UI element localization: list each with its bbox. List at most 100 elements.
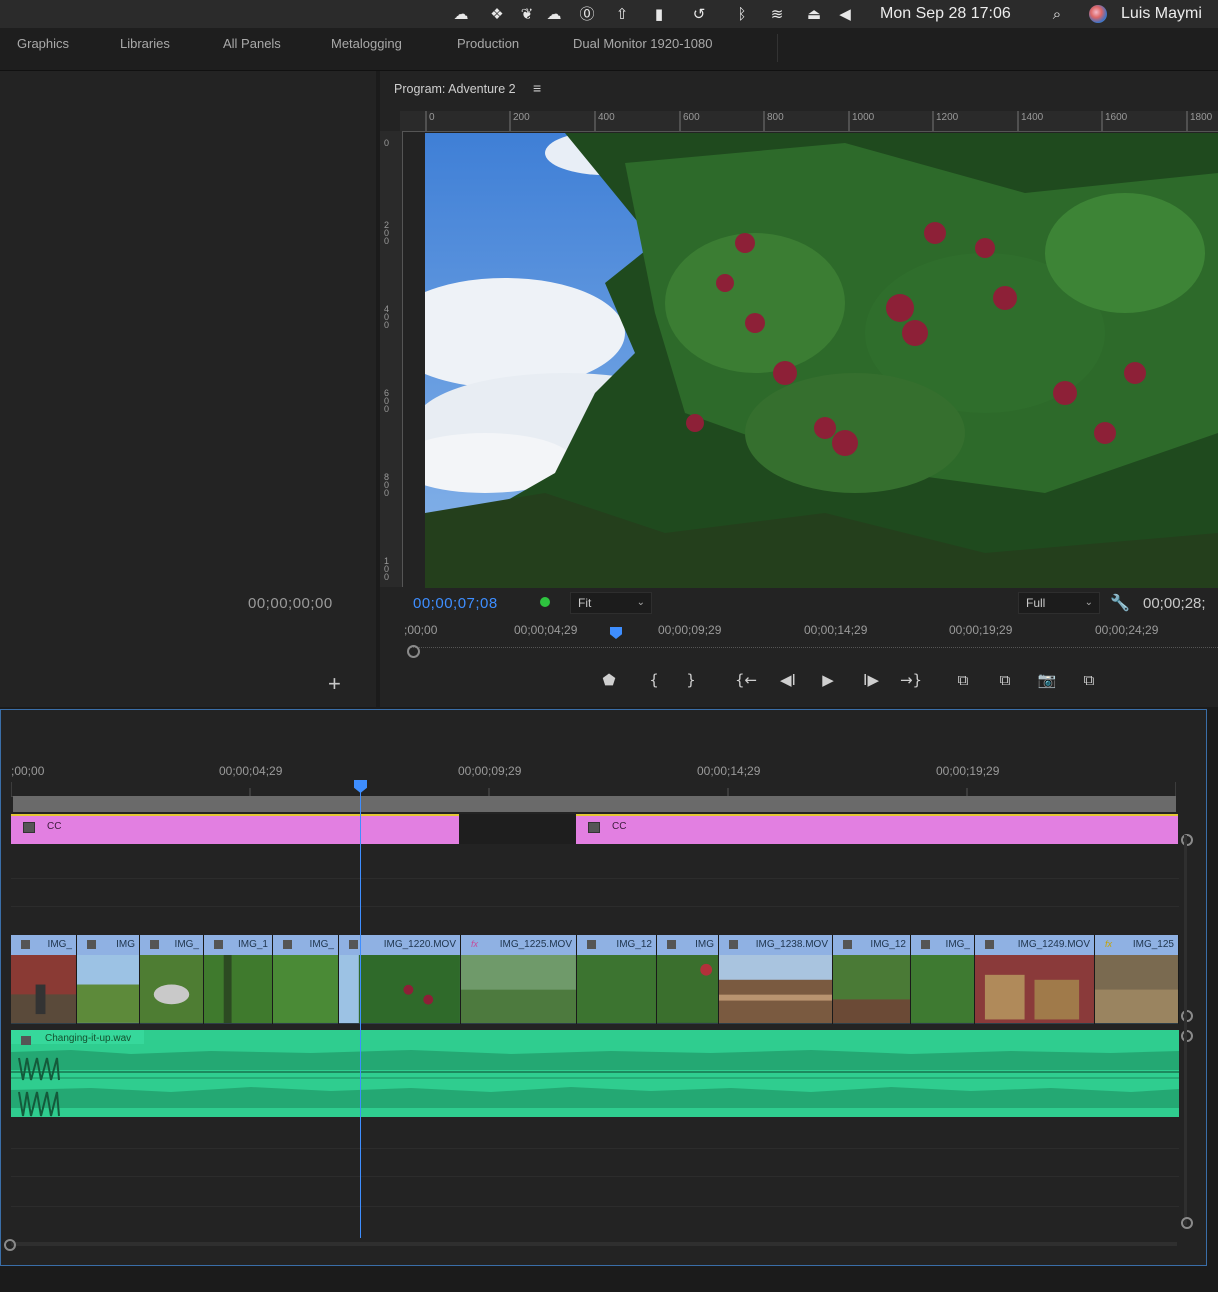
dropbox-icon[interactable]: ❖ — [488, 5, 506, 23]
horizontal-ruler: 0 200 400 600 800 1000 1200 1400 1600 18… — [400, 111, 1218, 132]
workspace-bar: Graphics Libraries All Panels Metaloggin… — [0, 28, 1218, 71]
evernote-icon[interactable]: ❦ — [518, 5, 536, 23]
vertical-zoom-handle[interactable] — [1181, 1217, 1193, 1229]
current-timecode[interactable]: 00;00;07;08 — [413, 595, 498, 612]
timeline-horizontal-scrollbar[interactable] — [11, 1242, 1177, 1246]
video-clip[interactable]: IMG_1220.MOV — [339, 935, 461, 1024]
program-scrubber[interactable] — [410, 641, 1218, 648]
mark-out-button[interactable]: } — [678, 667, 704, 693]
workspace-tab-all-panels[interactable]: All Panels — [223, 36, 281, 51]
timeline-tick-label: 00;00;19;29 — [936, 764, 1000, 778]
video-clip-thumbnail — [11, 955, 76, 1023]
work-area-bar[interactable] — [13, 796, 1176, 812]
zoom-handle[interactable] — [407, 645, 420, 658]
workspace-tab-graphics[interactable]: Graphics — [17, 36, 69, 51]
clip-icon — [667, 940, 676, 949]
video-clip[interactable]: IMG — [657, 935, 719, 1024]
lift-icon[interactable]: ⧉ — [950, 667, 976, 693]
mark-in-button[interactable]: { — [641, 667, 667, 693]
clip-icon — [843, 940, 852, 949]
track-scroll-handle[interactable] — [1181, 1030, 1193, 1042]
horizontal-zoom-handle[interactable] — [4, 1239, 16, 1251]
time-machine-icon[interactable]: ↺ — [690, 5, 708, 23]
scrubber-tick-label: 00;00;04;29 — [514, 623, 578, 637]
duration-timecode: 00;00;28; — [1143, 595, 1206, 612]
ruler-label: 600 — [384, 388, 390, 414]
zoom-fit-dropdown[interactable]: Fit ⌄ — [570, 592, 652, 614]
add-button[interactable]: + — [328, 671, 341, 697]
menu-bar-user-name[interactable]: Luis Maymi — [1121, 5, 1202, 23]
step-forward-button[interactable]: I▶ — [858, 667, 884, 693]
onepassword-icon[interactable]: ⓪ — [578, 5, 596, 23]
cloud-icon[interactable]: ☁ — [545, 5, 563, 23]
workspace-tab-metalogging[interactable]: Metalogging — [331, 36, 402, 51]
comparison-view-icon[interactable]: ⧉ — [1076, 667, 1102, 693]
user-avatar[interactable] — [1089, 5, 1107, 23]
audio-clip[interactable]: Changing-it-up.wav — [11, 1030, 1179, 1117]
source-timecode[interactable]: 00;00;00;00 — [248, 595, 333, 612]
program-video-frame[interactable] — [425, 133, 1218, 588]
ruler-label: 0 — [429, 112, 435, 123]
program-playhead[interactable] — [610, 627, 622, 639]
track-scroll-handle[interactable] — [1181, 1010, 1193, 1022]
workspace-tab-dual-monitor[interactable]: Dual Monitor 1920-1080 — [573, 36, 712, 51]
eject-icon[interactable]: ⏏ — [805, 5, 823, 23]
ruler-label: 1600 — [1105, 112, 1128, 123]
add-marker-icon[interactable]: ⬟ — [596, 667, 622, 693]
video-clip-header: IMG — [657, 935, 718, 955]
timeline-ruler-ticks — [11, 782, 1176, 796]
vertical-ruler: 0 200 400 600 800 100 — [380, 131, 403, 587]
ruler-label: 600 — [683, 112, 700, 123]
timeline-panel: ;00;00 00;00;04;29 00;00;09;29 00;00;14;… — [0, 709, 1207, 1266]
video-clip[interactable]: fx IMG_1225.MOV — [461, 935, 577, 1024]
creative-cloud-icon[interactable]: ☁ — [452, 5, 470, 23]
go-to-out-button[interactable]: →} — [898, 667, 924, 693]
video-clip-header: IMG_1 — [204, 935, 272, 955]
wrench-settings-icon[interactable]: 🔧 — [1110, 593, 1130, 613]
video-clip[interactable]: IMG_1238.MOV — [719, 935, 833, 1024]
playback-resolution-dropdown[interactable]: Full ⌄ — [1018, 592, 1100, 614]
scrubber-tick-label: 00;00;14;29 — [804, 623, 868, 637]
scrubber-tick-label: 00;00;24;29 — [1095, 623, 1159, 637]
spotlight-search-icon[interactable]: ⌕ — [1048, 5, 1066, 23]
video-clip[interactable]: IMG_1249.MOV — [975, 935, 1095, 1024]
extract-icon[interactable]: ⧉ — [992, 667, 1018, 693]
clip-icon — [349, 940, 358, 949]
caption-clip[interactable]: CC — [576, 814, 1178, 844]
ruler-label: 200 — [384, 220, 390, 246]
video-clip[interactable]: IMG_1 — [204, 935, 273, 1024]
video-clip[interactable]: IMG_ — [11, 935, 77, 1024]
video-clip[interactable]: IMG — [77, 935, 140, 1024]
video-clip[interactable]: IMG_12 — [833, 935, 911, 1024]
video-clip[interactable]: fx IMG_125 — [1095, 935, 1179, 1024]
cloud-upload-icon[interactable]: ⇧ — [613, 5, 631, 23]
workspace-tab-libraries[interactable]: Libraries — [120, 36, 170, 51]
play-button[interactable]: ▶ — [815, 667, 841, 693]
bluetooth-icon[interactable]: ᛒ — [733, 5, 751, 23]
video-clip[interactable]: IMG_12 — [577, 935, 657, 1024]
workspace-tab-production[interactable]: Production — [457, 36, 519, 51]
video-clip[interactable]: IMG_ — [273, 935, 339, 1024]
export-frame-camera-icon[interactable]: 📷 — [1034, 667, 1060, 693]
program-monitor-title[interactable]: Program: Adventure 2 — [394, 82, 516, 96]
caption-clip[interactable]: CC — [11, 814, 459, 844]
step-back-button[interactable]: ◀I — [775, 667, 801, 693]
scrubber-tick-label: 00;00;19;29 — [949, 623, 1013, 637]
video-clip-header: IMG_1220.MOV — [339, 935, 460, 955]
track-scroll-handle[interactable] — [1181, 834, 1193, 846]
video-clip[interactable]: IMG_ — [911, 935, 975, 1024]
wifi-icon[interactable]: ≋ — [768, 5, 786, 23]
video-clip[interactable]: IMG_ — [140, 935, 204, 1024]
status-indicator — [540, 597, 550, 607]
tiles-icon[interactable]: ▮ — [650, 5, 668, 23]
panel-menu-icon[interactable]: ≡ — [533, 80, 541, 96]
video-clip-thumbnail — [339, 955, 460, 1024]
zoom-fit-value: Fit — [578, 596, 592, 610]
timeline-vertical-scrollbar[interactable] — [1184, 835, 1187, 1225]
video-clip-thumbnail — [719, 955, 832, 1024]
menu-bar-clock[interactable]: Mon Sep 28 17:06 — [880, 5, 1011, 23]
timeline-time-ruler[interactable] — [11, 782, 1176, 797]
video-clip-header: IMG_ — [273, 935, 338, 955]
volume-icon[interactable]: ◀ — [836, 5, 854, 23]
go-to-in-button[interactable]: {← — [733, 667, 759, 693]
